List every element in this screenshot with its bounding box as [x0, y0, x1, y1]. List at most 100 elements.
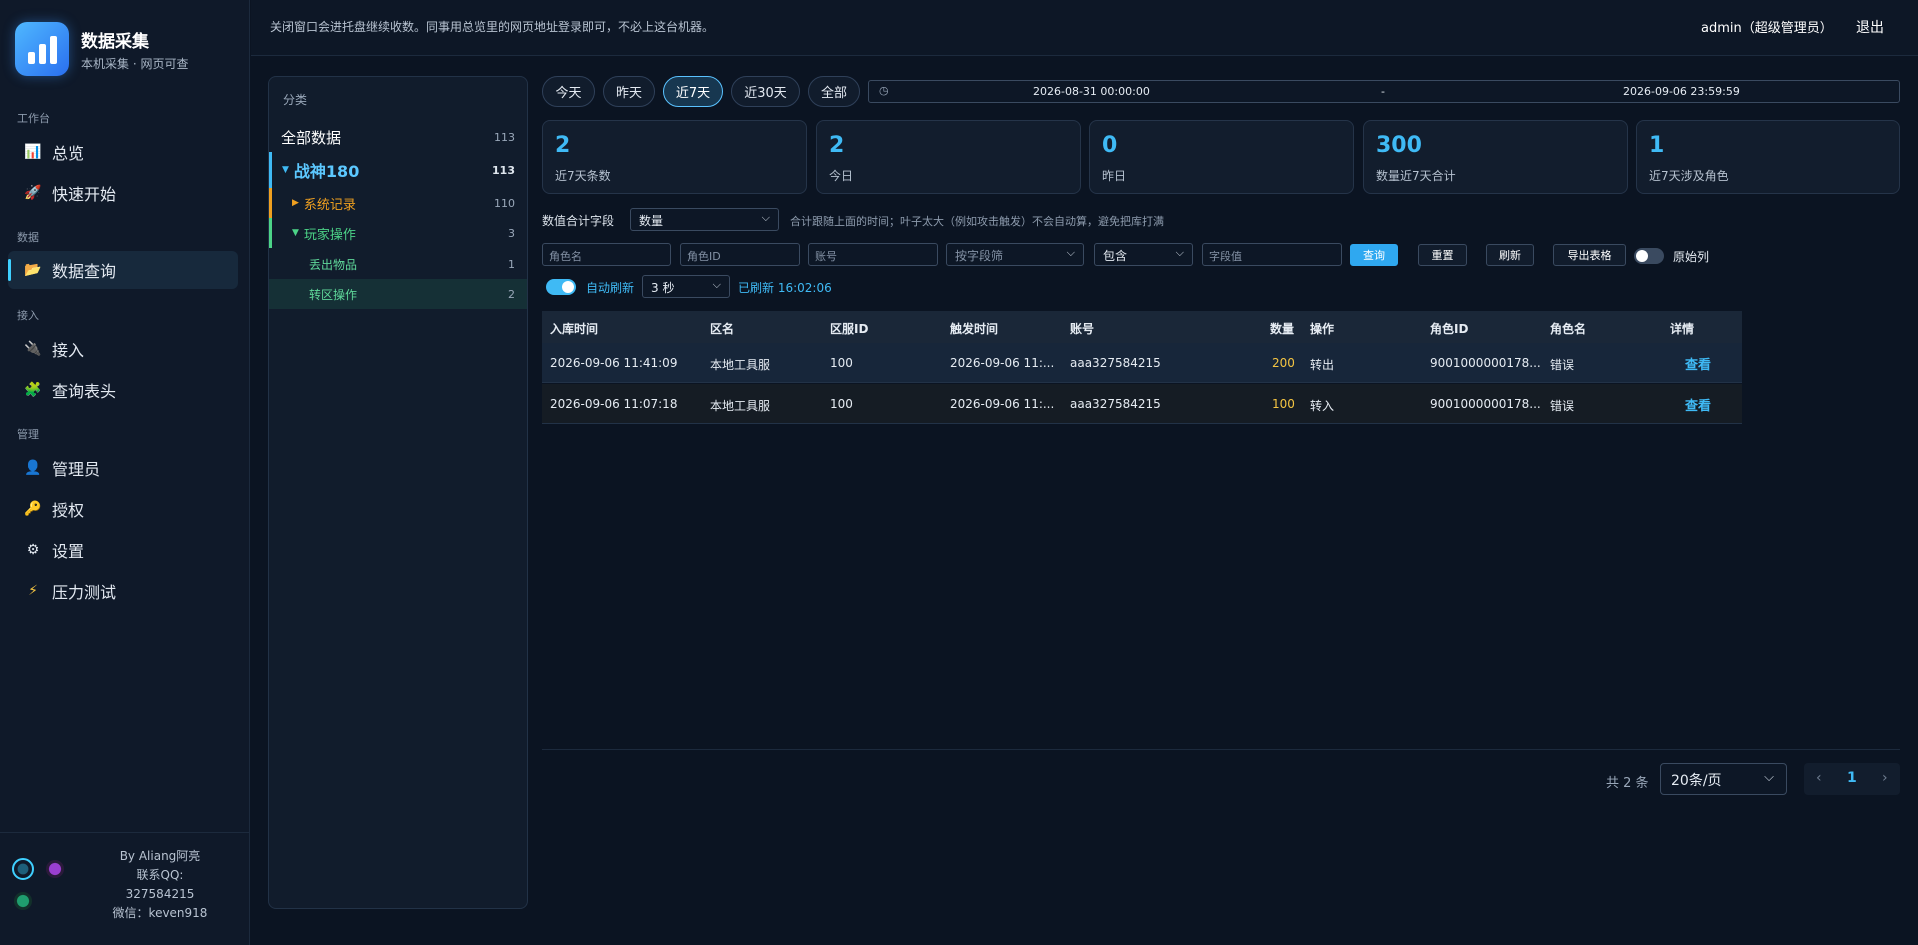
chevron-down-icon: ⌵ [761, 211, 770, 224]
bar-chart-icon: 📊 [24, 144, 42, 160]
chevron-down-icon: ⌵ [1764, 770, 1774, 785]
table-row: 2026-09-06 11:07:18 本地工具服 100 2026-09-06… [542, 384, 1742, 424]
table-row: 2026-09-06 11:41:09 本地工具服 100 2026-09-06… [542, 343, 1742, 383]
category-header: 分类 [283, 93, 308, 107]
filter-all[interactable]: 全部 [808, 76, 860, 107]
category-player-actions[interactable]: ▼ 玩家操作 3 [269, 218, 527, 248]
role-id-input[interactable]: 角色ID [680, 243, 800, 266]
field-filter-select[interactable]: 按字段筛 ⌵ [946, 243, 1084, 266]
theme-purple-swatch[interactable] [46, 860, 64, 878]
export-button[interactable]: 导出表格 [1553, 244, 1626, 266]
rocket-icon: 🚀 [24, 185, 42, 201]
bar-chart-logo-icon [15, 22, 69, 76]
col-ingest-time[interactable]: 入库时间 [550, 320, 598, 337]
plug-icon: 🔌 [24, 341, 42, 357]
date-range-start: 2026-08-31 00:00:00 [1033, 85, 1150, 98]
raw-columns-toggle[interactable] [1634, 248, 1664, 264]
date-range-picker[interactable]: ◷ 2026-08-31 00:00:00 - 2026-09-06 23:59… [868, 80, 1900, 103]
stat-card-today: 2 今日 [816, 120, 1081, 194]
col-zone-name[interactable]: 区名 [710, 320, 734, 337]
chevron-down-icon: ⌵ [1066, 246, 1075, 259]
caret-right-icon: ▶ [292, 198, 299, 208]
table-divider [542, 749, 1900, 750]
caret-down-icon: ▼ [292, 228, 299, 238]
last-refreshed: 已刷新 16:02:06 [738, 281, 832, 295]
col-role-name[interactable]: 角色名 [1550, 320, 1586, 337]
filter-last-7-days[interactable]: 近7天 [663, 76, 723, 107]
refresh-interval-select[interactable]: 3 秒 ⌵ [642, 275, 730, 298]
sum-field-label: 数值合计字段 [542, 214, 615, 228]
logout-button[interactable]: 退出 [1856, 17, 1884, 37]
col-role-id[interactable]: 角色ID [1430, 320, 1468, 337]
match-mode-select[interactable]: 包含 ⌵ [1094, 243, 1193, 266]
stat-card-7day-count: 2 近7天条数 [542, 120, 807, 194]
nav-item-license[interactable]: 🔑 授权 [8, 490, 238, 528]
account-input[interactable]: 账号 [808, 243, 938, 266]
col-quantity[interactable]: 数量 [1270, 320, 1294, 337]
filter-yesterday[interactable]: 昨天 [603, 76, 655, 107]
theme-dark-blue-swatch[interactable] [12, 858, 34, 880]
category-drop-items[interactable]: 丢出物品 1 [269, 249, 527, 279]
chevron-down-icon: ⌵ [712, 278, 721, 291]
prev-page-button[interactable]: ‹ [1816, 770, 1822, 786]
auto-refresh-label: 自动刷新 [586, 281, 635, 295]
gear-icon: ⚙ [26, 542, 40, 558]
col-action[interactable]: 操作 [1310, 320, 1334, 337]
footer-credits: By Aliang阿亮 联系QQ: 327584215 微信：keven918 [112, 849, 208, 920]
nav-item-query-headers[interactable]: 🧩 查询表头 [8, 371, 238, 409]
query-button[interactable]: 查询 [1350, 244, 1398, 266]
view-detail-link[interactable]: 查看 [1685, 395, 1711, 414]
category-server[interactable]: ▼ 战神180 113 [269, 152, 527, 188]
page-size-select[interactable]: 20条/页 ⌵ [1660, 763, 1787, 795]
table-header: 入库时间 区名 区服ID 触发时间 账号 数量 操作 角色ID 角色名 详情 [542, 311, 1742, 343]
category-panel: 分类 全部数据 113 ▼ 战神180 113 ▶ 系统记录 110 ▼ 玩家操… [268, 76, 528, 909]
current-user: admin（超级管理员） [1701, 21, 1833, 36]
nav-item-overview[interactable]: 📊 总览 [8, 133, 238, 171]
quantity-value: 200 [1272, 356, 1295, 370]
nav-item-admins[interactable]: 👤 管理员 [8, 449, 238, 487]
nav-item-stress-test[interactable]: ⚡ 压力测试 [8, 572, 238, 610]
col-account[interactable]: 账号 [1070, 320, 1094, 337]
view-detail-link[interactable]: 查看 [1685, 354, 1711, 373]
sum-field-hint: 合计跟随上面的时间；叶子太大（例如攻击触发）不会自动算，避免把库打满 [790, 215, 1164, 228]
brand-title: 数据采集 [81, 31, 149, 52]
brand: 数据采集 本机采集 · 网页可查 [15, 22, 188, 76]
nav-group-access: 接入 [17, 309, 39, 322]
nav-group-admin: 管理 [17, 428, 39, 441]
date-range-separator: - [1381, 85, 1385, 98]
field-value-input[interactable]: 字段值 [1202, 243, 1342, 266]
theme-green-swatch[interactable] [14, 892, 32, 910]
auto-refresh-toggle[interactable] [546, 279, 576, 295]
nav-item-data-query[interactable]: 📂 数据查询 [8, 251, 238, 289]
reset-button[interactable]: 重置 [1418, 244, 1467, 266]
lightning-icon: ⚡ [28, 583, 38, 599]
refresh-button[interactable]: 刷新 [1486, 244, 1534, 266]
nav-item-settings[interactable]: ⚙ 设置 [8, 531, 238, 569]
col-trigger-time[interactable]: 触发时间 [950, 320, 998, 337]
date-range-end: 2026-09-06 23:59:59 [1623, 85, 1740, 98]
col-zone-id[interactable]: 区服ID [830, 320, 868, 337]
topbar: 关闭窗口会进托盘继续收数。同事用总览里的网页地址登录即可，不必上这台机器。 ad… [251, 0, 1918, 56]
tray-notice: 关闭窗口会进托盘继续收数。同事用总览里的网页地址登录即可，不必上这台机器。 [270, 20, 715, 34]
col-detail[interactable]: 详情 [1670, 320, 1694, 337]
category-all[interactable]: 全部数据 113 [269, 123, 527, 151]
filter-last-30-days[interactable]: 近30天 [731, 76, 800, 107]
sum-field-select[interactable]: 数量 ⌵ [630, 208, 779, 231]
stat-card-yesterday: 0 昨日 [1089, 120, 1354, 194]
nav-item-access[interactable]: 🔌 接入 [8, 330, 238, 368]
category-transfer[interactable]: 转区操作 2 [269, 279, 527, 309]
brand-subtitle: 本机采集 · 网页可查 [81, 56, 189, 71]
nav-item-quick-start[interactable]: 🚀 快速开始 [8, 174, 238, 212]
category-system-records[interactable]: ▶ 系统记录 110 [269, 188, 527, 218]
clock-icon: ◷ [879, 84, 889, 97]
stat-card-roles: 1 近7天涉及角色 [1636, 120, 1900, 194]
folder-icon: 📂 [24, 262, 42, 278]
user-icon: 👤 [24, 460, 42, 476]
puzzle-icon: 🧩 [24, 382, 42, 398]
filter-today[interactable]: 今天 [542, 76, 595, 107]
nav-group-data: 数据 [17, 231, 39, 244]
chevron-down-icon: ⌵ [1175, 246, 1184, 259]
next-page-button[interactable]: › [1882, 770, 1888, 786]
role-name-input[interactable]: 角色名 [542, 243, 671, 266]
page-1-button[interactable]: 1 [1847, 770, 1857, 786]
